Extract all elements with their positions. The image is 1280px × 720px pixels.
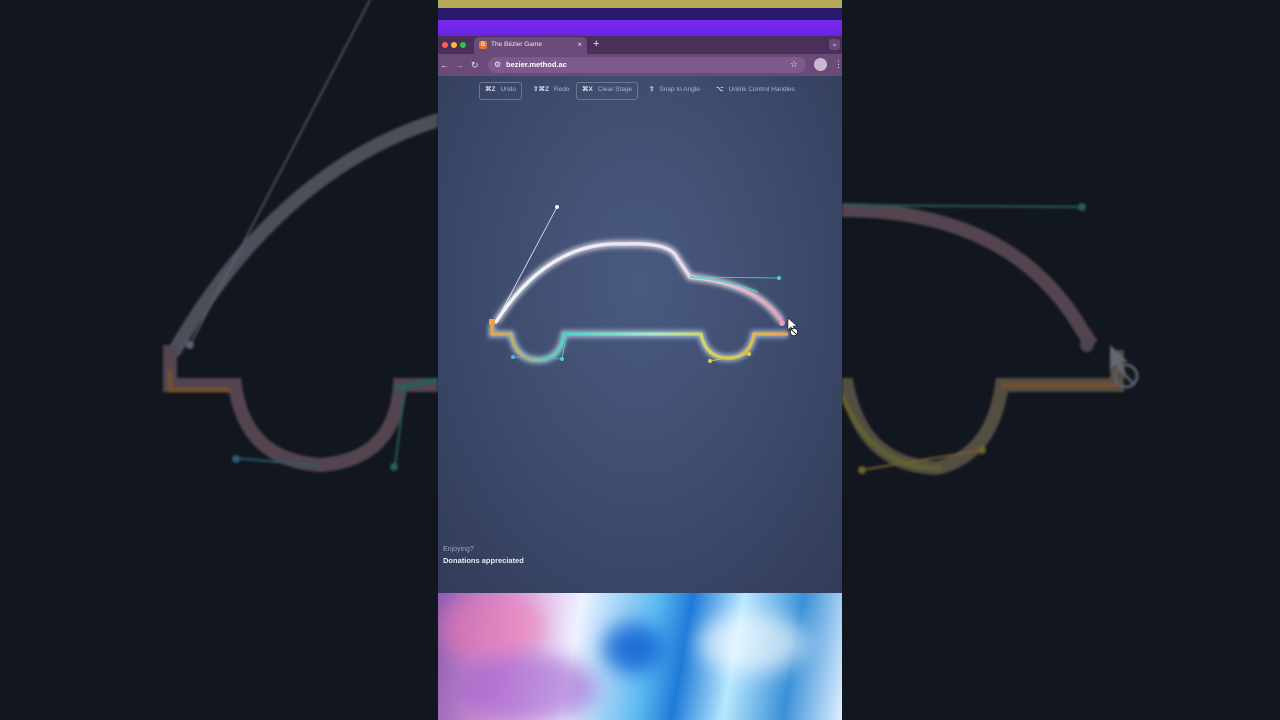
top-strip	[438, 0, 842, 8]
donation-prompt: Enjoying? Donations appreciated	[443, 546, 524, 565]
bezier-game-page: ⌘Z Undo ⇧⌘Z Redo ⌘X Clear Stage ⇧ Snap to An…	[438, 76, 842, 593]
tab-close-icon[interactable]: ×	[577, 40, 582, 50]
minimize-window-icon[interactable]	[451, 42, 457, 48]
screen-recording: B The Bézier Game × + ⌄ ← → ↻ ⚙ bezier.m…	[438, 0, 842, 720]
address-bar: ← → ↻ ⚙ bezier.method.ac ☆ ⋮	[438, 54, 842, 76]
donations-link[interactable]: Donations appreciated	[443, 556, 524, 565]
browser-menu-icon[interactable]: ⋮	[834, 58, 842, 70]
bookmark-star-icon[interactable]: ☆	[790, 59, 798, 70]
clear-label: Clear Stage	[597, 86, 633, 93]
tab-title: The Bézier Game	[491, 41, 542, 48]
undo-button[interactable]: ⌘Z Undo	[479, 82, 523, 100]
clear-shortcut: ⌘X	[582, 86, 593, 93]
anchor-point-front[interactable]	[489, 319, 495, 325]
background-blur-left	[0, 0, 438, 720]
rear-handle-point[interactable]	[777, 276, 781, 280]
redo-shortcut: ⇧⌘Z	[533, 86, 549, 93]
unlink-label: Unlink Control Handles	[728, 86, 795, 93]
url-text: bezier.method.ac	[506, 60, 567, 69]
back-arrow-icon[interactable]: ←	[440, 59, 449, 71]
car-path-glow	[488, 240, 788, 364]
undo-shortcut: ⌘Z	[485, 86, 496, 93]
snap-label: Snap to Angle	[659, 86, 700, 93]
forward-arrow-icon[interactable]: →	[455, 59, 464, 71]
new-tab-button[interactable]: +	[593, 38, 599, 50]
tab-bezier-game[interactable]: B The Bézier Game ×	[474, 37, 587, 54]
game-toolbar: ⌘Z Undo ⇧⌘Z Redo ⌘X Clear Stage ⇧ Snap to An…	[438, 82, 842, 100]
url-field[interactable]: ⚙ bezier.method.ac ☆	[488, 57, 806, 73]
car-bottom-path[interactable]	[490, 322, 788, 362]
blurred-reflection	[438, 593, 842, 720]
front-wheel-handle-point-a[interactable]	[511, 355, 515, 359]
enjoying-text: Enjoying?	[443, 546, 474, 553]
blurred-car-outline-left	[163, 0, 438, 473]
clear-stage-button[interactable]: ⌘X Clear Stage	[576, 82, 639, 100]
car-roof-path[interactable]	[494, 242, 784, 324]
unlink-shortcut: ⌥	[716, 86, 724, 93]
profile-avatar[interactable]	[814, 58, 827, 71]
blurred-car-outline-right	[842, 203, 1139, 476]
browser-window: B The Bézier Game × + ⌄ ← → ↻ ⚙ bezier.m…	[438, 36, 842, 593]
drawing-stage[interactable]	[438, 106, 842, 526]
purple-strip	[438, 8, 842, 36]
rear-wheel-handle-point-b[interactable]	[747, 352, 751, 356]
cursor-not-allowed-icon	[787, 317, 799, 337]
unlink-handles-button[interactable]: ⌥ Unlink Control Handles	[716, 82, 795, 98]
tab-search-chevron-icon[interactable]: ⌄	[829, 39, 840, 50]
redo-label: Redo	[553, 86, 570, 93]
snap-to-angle-button[interactable]: ⇧ Snap to Angle	[649, 82, 700, 98]
front-handle-point[interactable]	[555, 205, 559, 209]
anchor-point-end[interactable]	[779, 320, 785, 326]
undo-label: Undo	[500, 86, 517, 93]
rear-wheel-handle-point-a[interactable]	[708, 359, 712, 363]
tab-bar: B The Bézier Game × + ⌄	[438, 36, 842, 54]
maximize-window-icon[interactable]	[460, 42, 466, 48]
site-settings-icon[interactable]: ⚙	[494, 60, 501, 70]
reload-icon[interactable]: ↻	[471, 59, 479, 71]
redo-button[interactable]: ⇧⌘Z Redo	[533, 82, 569, 98]
snap-shortcut: ⇧	[649, 86, 655, 93]
bezier-favicon-icon: B	[479, 41, 487, 49]
background-blur-right	[842, 0, 1280, 720]
front-wheel-handle-point-b[interactable]	[560, 357, 564, 361]
close-window-icon[interactable]	[442, 42, 448, 48]
